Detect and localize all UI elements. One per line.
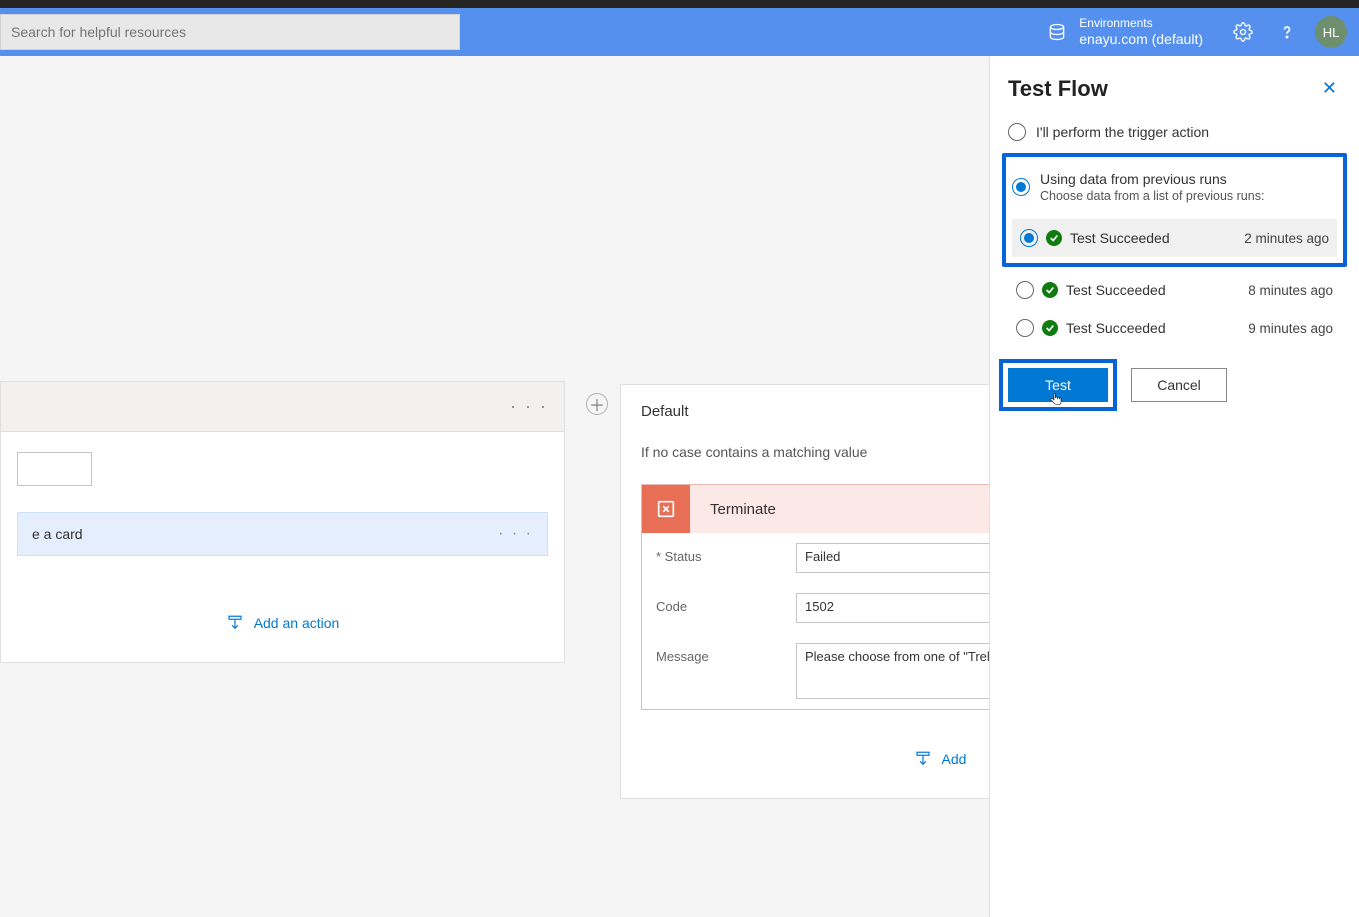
trello-action-row[interactable]: e a card · · ·	[17, 512, 548, 556]
add-action-label: Add an action	[254, 615, 340, 631]
test-button-label: Test	[1045, 377, 1071, 393]
success-icon	[1046, 230, 1062, 246]
add-action-button[interactable]: Add an action	[17, 614, 548, 632]
avatar[interactable]: HL	[1315, 16, 1347, 48]
radio-icon	[1016, 319, 1034, 337]
insert-step-icon	[226, 614, 244, 632]
terminate-icon	[642, 485, 690, 533]
run-time: 2 minutes ago	[1244, 231, 1329, 246]
run-item[interactable]: Test Succeeded 9 minutes ago	[1008, 309, 1341, 347]
status-label: * Status	[656, 543, 786, 564]
success-icon	[1042, 320, 1058, 336]
search-box[interactable]	[0, 14, 460, 50]
help-icon[interactable]	[1271, 16, 1303, 48]
case-card: · · · e a card · · · Add an action	[0, 381, 565, 663]
environment-picker[interactable]: Environments enayu.com (default)	[1079, 16, 1203, 47]
trello-more-icon[interactable]: · · ·	[498, 525, 533, 543]
avatar-initials: HL	[1323, 25, 1340, 40]
add-branch-icon[interactable]: ＋	[586, 393, 608, 415]
tutorial-highlight-previous-runs: Using data from previous runs Choose dat…	[1002, 153, 1347, 267]
option-manual-trigger[interactable]: I'll perform the trigger action	[1008, 117, 1341, 147]
run-status: Test Succeeded	[1066, 320, 1166, 336]
search-input[interactable]	[11, 24, 449, 40]
app-header: Environments enayu.com (default) HL	[0, 8, 1359, 56]
tutorial-highlight-test-button: Test	[999, 359, 1117, 411]
default-add-action-label: Add	[942, 751, 967, 767]
trello-action-label: e a card	[32, 526, 83, 542]
case-value-input[interactable]	[17, 452, 92, 486]
settings-icon[interactable]	[1227, 16, 1259, 48]
test-button[interactable]: Test	[1008, 368, 1108, 402]
close-icon[interactable]: ✕	[1318, 74, 1341, 103]
run-time: 8 minutes ago	[1248, 283, 1333, 298]
run-time: 9 minutes ago	[1248, 321, 1333, 336]
option-manual-label: I'll perform the trigger action	[1036, 124, 1209, 140]
insert-step-icon	[914, 750, 932, 768]
radio-icon	[1020, 229, 1038, 247]
option-previous-label: Using data from previous runs	[1040, 171, 1264, 187]
code-label: Code	[656, 593, 786, 614]
radio-icon	[1012, 178, 1030, 196]
environments-label: Environments	[1079, 16, 1203, 30]
run-item[interactable]: Test Succeeded 2 minutes ago	[1012, 219, 1337, 257]
message-label: Message	[656, 643, 786, 664]
environment-name: enayu.com (default)	[1079, 31, 1203, 48]
case-more-icon[interactable]: · · ·	[510, 396, 548, 417]
cancel-button-label: Cancel	[1157, 377, 1201, 393]
radio-icon	[1016, 281, 1034, 299]
environments-icon[interactable]	[1045, 20, 1069, 44]
test-flow-panel: Test Flow ✕ I'll perform the trigger act…	[989, 56, 1359, 917]
window-top-strip	[0, 0, 1359, 8]
run-item[interactable]: Test Succeeded 8 minutes ago	[1008, 271, 1341, 309]
case-card-header: · · ·	[1, 382, 564, 432]
run-status: Test Succeeded	[1066, 282, 1166, 298]
radio-icon	[1008, 123, 1026, 141]
cancel-button[interactable]: Cancel	[1131, 368, 1227, 402]
option-previous-runs[interactable]: Using data from previous runs Choose dat…	[1012, 165, 1337, 209]
success-icon	[1042, 282, 1058, 298]
previous-runs-hint: Choose data from a list of previous runs…	[1040, 189, 1264, 203]
terminate-title: Terminate	[690, 501, 776, 518]
run-status: Test Succeeded	[1070, 230, 1170, 246]
cursor-icon	[1048, 392, 1064, 408]
panel-title: Test Flow	[1008, 76, 1108, 102]
